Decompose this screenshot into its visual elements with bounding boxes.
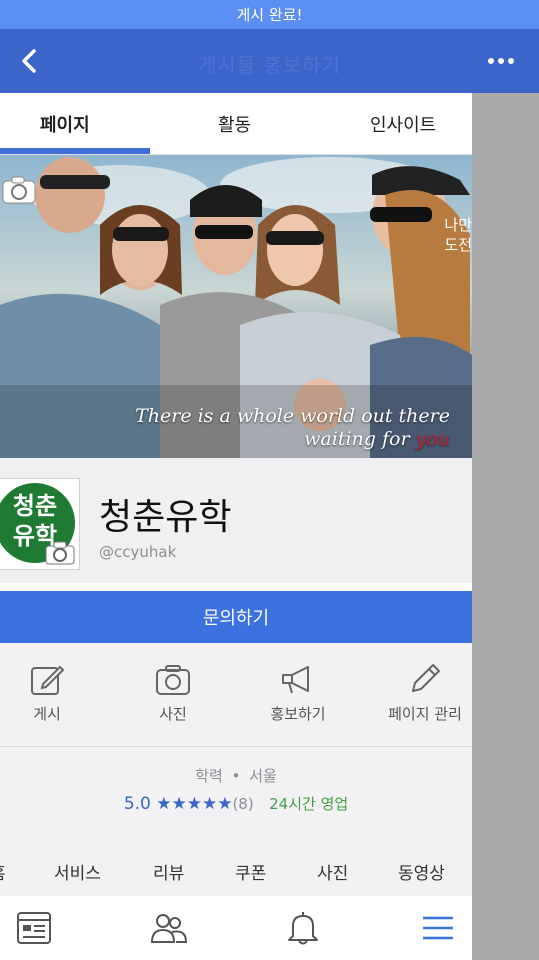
cover-quote-line: waiting for you [135, 428, 450, 451]
action-label: 사진 [159, 705, 187, 723]
subnav-videos[interactable]: 동영상 [398, 859, 445, 884]
camera-icon[interactable] [2, 175, 36, 205]
tab-insights[interactable]: 인사이트 [370, 111, 436, 137]
profile-header: 청춘 유학 청춘유학 @ccyuhak [0, 458, 472, 583]
subnav-reviews[interactable]: 리뷰 [153, 859, 184, 884]
contact-button-label: 문의하기 [202, 608, 270, 629]
megaphone-icon [282, 666, 309, 694]
cover-photo[interactable]: 나만 도전 There is a whole world out there w… [0, 155, 472, 458]
pencil-icon [412, 664, 440, 692]
page-actions: 게시 사진 홍보하기 페이지 관리 [0, 643, 472, 747]
avatar-text: 청춘 [12, 492, 58, 520]
news-feed-icon[interactable] [16, 910, 52, 946]
nav-title: 게시물 홍보하기 [197, 53, 342, 77]
post-action[interactable]: 게시 [0, 663, 97, 724]
subnav-coupons[interactable]: 쿠폰 [235, 859, 266, 884]
category-location: 학력 • 서울 [195, 767, 277, 785]
camera-icon [156, 665, 190, 695]
bell-icon[interactable] [286, 910, 320, 946]
bottom-tab-bar [0, 896, 472, 960]
side-overlay[interactable] [472, 93, 539, 960]
status-bar: 게시 완료! [0, 0, 539, 29]
tab-activity[interactable]: 활동 [218, 111, 251, 137]
camera-icon[interactable] [45, 541, 75, 565]
photo-action[interactable]: 사진 [123, 663, 223, 724]
cover-quote-prefix: waiting for [304, 428, 416, 450]
navigation-bar: 게시물 홍보하기 [0, 29, 539, 93]
cover-quote: There is a whole world out there waiting… [135, 405, 450, 451]
subnav-photos[interactable]: 사진 [317, 859, 348, 884]
rating-hours: 5.0 ★★★★★(8) 24시간 영업 [0, 793, 472, 814]
page-title: 청춘유학 [99, 497, 232, 538]
action-label: 홍보하기 [270, 705, 326, 723]
page-tabs: 페이지 활동 인사이트 [0, 93, 472, 155]
subnav-services[interactable]: 서비스 [54, 859, 101, 884]
review-count[interactable]: (8) [232, 795, 253, 813]
page-handle: @ccyuhak [99, 543, 177, 561]
page-subnav: 홈 서비스 리뷰 쿠폰 사진 동영상 [0, 841, 472, 897]
cover-side-line: 도전 [444, 236, 472, 254]
page-panel: 페이지 활동 인사이트 나만 도전 There is a whole world… [0, 93, 472, 960]
avatar[interactable]: 청춘 유학 [0, 478, 80, 570]
contact-button[interactable]: 문의하기 [0, 591, 472, 643]
more-horizontal-icon[interactable] [487, 57, 515, 65]
category[interactable]: 학력 [195, 767, 223, 785]
menu-icon[interactable] [421, 910, 455, 946]
status-message: 게시 완료! [236, 6, 303, 24]
action-label: 게시 [33, 705, 61, 723]
cover-side-line: 나만 [444, 216, 472, 234]
manage-page-action[interactable]: 페이지 관리 [375, 663, 472, 724]
tab-page[interactable]: 페이지 [40, 111, 90, 137]
friends-icon[interactable] [150, 910, 188, 946]
promote-action[interactable]: 홍보하기 [248, 663, 348, 724]
action-label: 페이지 관리 [388, 705, 462, 723]
edit-icon [31, 665, 65, 695]
page-info: 학력 • 서울 5.0 ★★★★★(8) 24시간 영업 [0, 747, 472, 842]
cover-quote-highlight: you [415, 428, 450, 450]
location[interactable]: 서울 [249, 767, 277, 785]
cover-side-text: 나만 도전 [444, 215, 472, 255]
subnav-home[interactable]: 홈 [0, 859, 6, 884]
open-hours: 24시간 영업 [269, 795, 349, 813]
rating[interactable]: 5.0 ★★★★★ [124, 794, 233, 814]
cover-quote-line: There is a whole world out there [135, 405, 450, 427]
